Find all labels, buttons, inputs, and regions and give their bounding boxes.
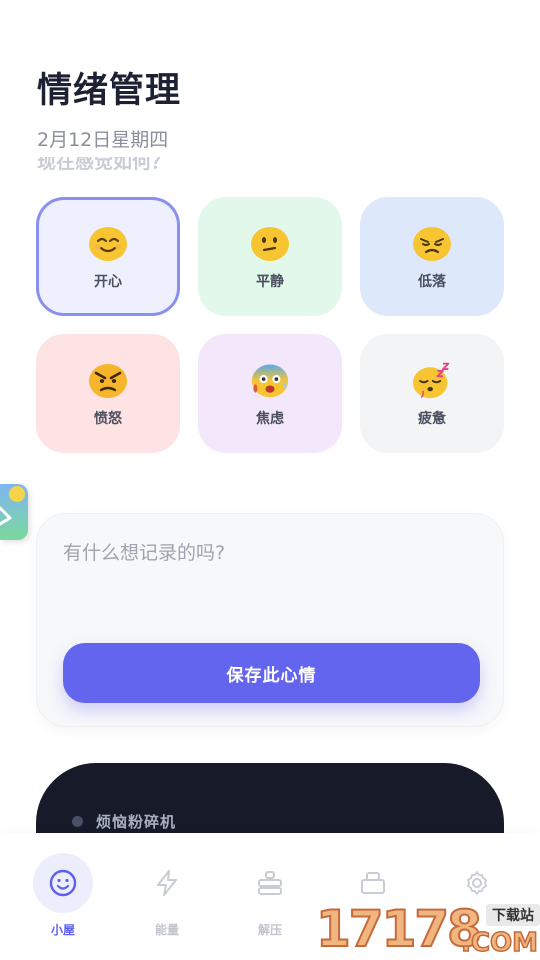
tab-relax[interactable]: 解压: [239, 853, 301, 938]
save-mood-button[interactable]: 保存此心情: [63, 643, 480, 703]
tab-label: 能量: [154, 923, 179, 937]
tab-energy[interactable]: 能量: [136, 853, 198, 938]
mood-label: 开心: [94, 273, 122, 290]
smile-face-tab-icon: [49, 869, 77, 897]
mood-card-down[interactable]: 低落: [360, 197, 504, 316]
disappointed-face-icon: [413, 226, 451, 261]
gear-icon: [467, 871, 487, 895]
watermark-digits: 17178: [315, 899, 483, 959]
tab-home[interactable]: 小屋: [32, 853, 94, 938]
page-date: 2月12日星期四: [37, 129, 169, 151]
note-input[interactable]: [63, 538, 473, 628]
lightning-icon: [157, 870, 177, 896]
mood-card-calm[interactable]: 平静: [198, 197, 342, 316]
page-title: 情绪管理: [37, 71, 182, 111]
mood-label: 平静: [256, 273, 284, 290]
tab-icon-wrap: [240, 853, 300, 913]
note-card: 保存此心情: [36, 513, 504, 727]
shredder-dot-icon: [72, 816, 83, 827]
mood-card-angry[interactable]: 愤怒: [36, 334, 180, 453]
mood-card-anxious[interactable]: 焦虑: [198, 334, 342, 453]
mood-label: 愤怒: [94, 410, 122, 427]
tab-label: 小屋: [50, 923, 75, 937]
anxious-sweat-face-icon: [251, 364, 289, 397]
tab-label: 解压: [257, 923, 282, 937]
tab-icon-wrap: [33, 853, 93, 913]
mood-label: 低落: [418, 273, 446, 290]
sleepy-face-icon: [412, 362, 450, 398]
mood-prompt: 现在感觉如何？: [37, 157, 337, 173]
shredder-title: 烦恼粉碎机: [96, 813, 177, 831]
stack-icon: [258, 871, 282, 895]
floating-widget-icon: [0, 486, 25, 526]
neutral-face-icon: [251, 226, 289, 261]
mood-card-happy[interactable]: 开心: [36, 197, 180, 316]
briefcase-icon: [361, 872, 385, 894]
site-watermark: 17178 下载站 .COM: [312, 898, 540, 960]
mood-card-tired[interactable]: 疲惫: [360, 334, 504, 453]
mood-prompt-text: 现在感觉如何？: [37, 157, 171, 173]
mood-label: 焦虑: [256, 410, 284, 427]
mood-label: 疲惫: [418, 410, 446, 427]
watermark-top-text: 下载站: [486, 904, 540, 926]
mood-grid: 开心 平静 低落 愤怒 焦虑 疲惫: [36, 197, 504, 453]
floating-side-widget[interactable]: [0, 484, 28, 540]
watermark-com-text: .COM: [460, 927, 538, 959]
angry-face-icon: [89, 363, 127, 398]
header: 情绪管理 2月12日星期四: [37, 62, 181, 152]
tab-icon-wrap: [137, 853, 197, 913]
smiling-face-icon: [89, 226, 127, 261]
